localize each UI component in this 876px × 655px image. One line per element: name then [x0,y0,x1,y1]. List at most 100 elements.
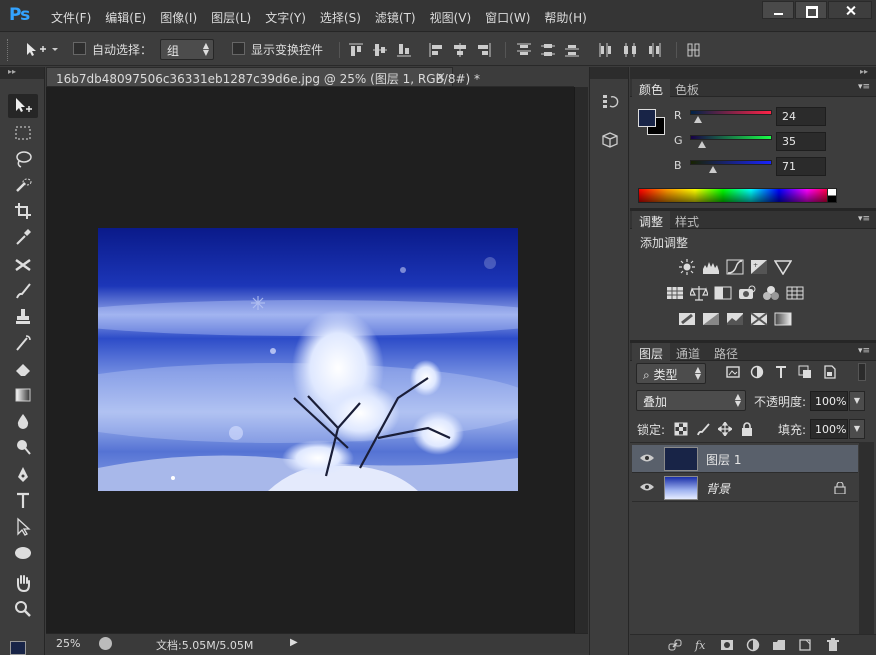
foreground-color-swatch[interactable] [10,641,26,655]
menu-view[interactable]: 视图(V) [423,9,479,26]
align-top-icon[interactable] [348,42,364,58]
new-adjustment-layer-icon[interactable] [746,638,760,652]
align-left-icon[interactable] [428,42,444,58]
channel-g-slider[interactable] [690,135,772,140]
layer-name[interactable]: 背景 [706,480,730,497]
blur-tool[interactable] [8,409,38,433]
new-layer-icon[interactable] [798,638,812,652]
menu-layer[interactable]: 图层(L) [204,9,258,26]
3d-panel-button[interactable] [599,129,621,151]
pen-tool[interactable] [8,463,38,487]
show-transform-checkbox[interactable] [232,42,245,55]
levels-icon[interactable] [702,259,720,275]
filter-type-icon[interactable] [774,365,788,379]
canvas-area[interactable] [46,87,574,633]
menu-type[interactable]: 文字(Y) [258,9,313,26]
tab-adjustments[interactable]: 调整 [632,211,671,229]
foreground-color-picker[interactable] [638,109,656,127]
zoom-level-field[interactable]: 25% [56,637,80,650]
panel-menu-icon[interactable]: ▾≡ [858,214,870,224]
status-menu-arrow-icon[interactable]: ▶ [290,637,298,648]
fill-input[interactable]: 100% [810,419,848,439]
distribute-hcenter-icon[interactable] [622,42,638,58]
document-image[interactable] [98,228,518,491]
gradient-tool[interactable] [8,383,38,407]
posterize-icon[interactable] [702,311,720,327]
lasso-tool[interactable] [8,147,38,171]
lock-all-icon[interactable] [740,422,754,436]
history-brush-tool[interactable] [8,331,38,355]
menu-edit[interactable]: 编辑(E) [98,9,153,26]
filter-pixel-icon[interactable] [726,365,740,379]
menu-help[interactable]: 帮助(H) [537,9,593,26]
channel-b-slider[interactable] [690,160,772,165]
gradient-map-icon[interactable] [774,311,792,327]
invert-icon[interactable] [678,311,696,327]
fill-dropdown-icon[interactable]: ▼ [849,419,865,439]
shape-tool[interactable] [8,541,38,565]
tab-channels[interactable]: 通道 [669,343,707,361]
layer-row-layer1[interactable]: 图层 1 [632,445,858,473]
threshold-icon[interactable] [726,311,744,327]
dock-collapse-icon[interactable] [590,67,628,79]
path-select-tool[interactable] [8,515,38,539]
opacity-input[interactable]: 100% [810,391,848,411]
auto-align-layers-icon[interactable] [686,42,702,58]
brightness-icon[interactable] [678,259,696,275]
tab-paths[interactable]: 路径 [707,343,745,361]
selective-color-icon[interactable] [750,311,768,327]
filter-adjustment-icon[interactable] [750,365,764,379]
opacity-dropdown-icon[interactable]: ▼ [849,391,865,411]
hand-tool[interactable] [8,571,38,595]
channel-r-slider[interactable] [690,110,772,115]
tab-styles[interactable]: 样式 [668,211,706,229]
type-tool[interactable] [8,489,38,513]
crop-tool[interactable] [8,199,38,223]
distribute-top-icon[interactable] [516,42,532,58]
history-panel-button[interactable] [599,91,621,113]
channel-b-thumb[interactable] [709,166,717,173]
close-tab-icon[interactable]: × [435,70,446,85]
filter-shape-icon[interactable] [798,365,812,379]
layer-filter-select[interactable]: ⌕ 类型 ▲ ▼ [636,363,706,384]
menu-image[interactable]: 图像(I) [153,9,204,26]
channel-g-input[interactable]: 35 [776,132,826,151]
channel-mixer-icon[interactable] [762,285,780,301]
healing-tool[interactable] [8,253,38,277]
dodge-tool[interactable] [8,435,38,459]
lock-transparent-icon[interactable] [674,422,688,436]
tab-layers[interactable]: 图层 [632,343,671,361]
quick-select-tool[interactable] [8,173,38,197]
menu-file[interactable]: 文件(F) [44,9,98,26]
close-window-button[interactable] [828,1,872,19]
align-vcenter-icon[interactable] [372,42,388,58]
lock-pixels-brush-icon[interactable] [696,422,710,436]
vibrance-icon[interactable] [774,259,792,275]
stamp-tool[interactable] [8,305,38,329]
channel-r-input[interactable]: 24 [776,107,826,126]
tab-color[interactable]: 颜色 [632,79,671,97]
brush-tool[interactable] [8,279,38,303]
distribute-right-icon[interactable] [646,42,662,58]
panel-menu-icon[interactable]: ▾≡ [858,346,870,356]
canvas-vertical-scrollbar[interactable] [574,87,588,633]
distribute-left-icon[interactable] [598,42,614,58]
color-lookup-icon[interactable] [786,285,804,301]
auto-select-checkbox[interactable] [73,42,86,55]
tool-preset-picker[interactable] [24,40,64,60]
channel-g-thumb[interactable] [698,141,706,148]
eraser-tool[interactable] [8,357,38,381]
layers-scrollbar[interactable] [859,442,874,634]
distribute-bottom-icon[interactable] [564,42,580,58]
color-spectrum-ramp[interactable] [638,188,836,203]
document-tab[interactable]: 16b7db48097506c36331eb1287c39d6e.jpg @ 2… [46,67,480,87]
align-right-icon[interactable] [476,42,492,58]
black-white-icon[interactable] [714,285,732,301]
black-white-ramp[interactable] [827,188,837,203]
options-grip[interactable] [7,39,10,61]
maximize-button[interactable] [795,1,827,19]
distribute-vcenter-icon[interactable] [540,42,556,58]
panel-collapse-icon[interactable]: ▸▸ [630,67,876,79]
filter-toggle-switch[interactable] [858,363,866,381]
delete-layer-trash-icon[interactable] [826,638,840,652]
